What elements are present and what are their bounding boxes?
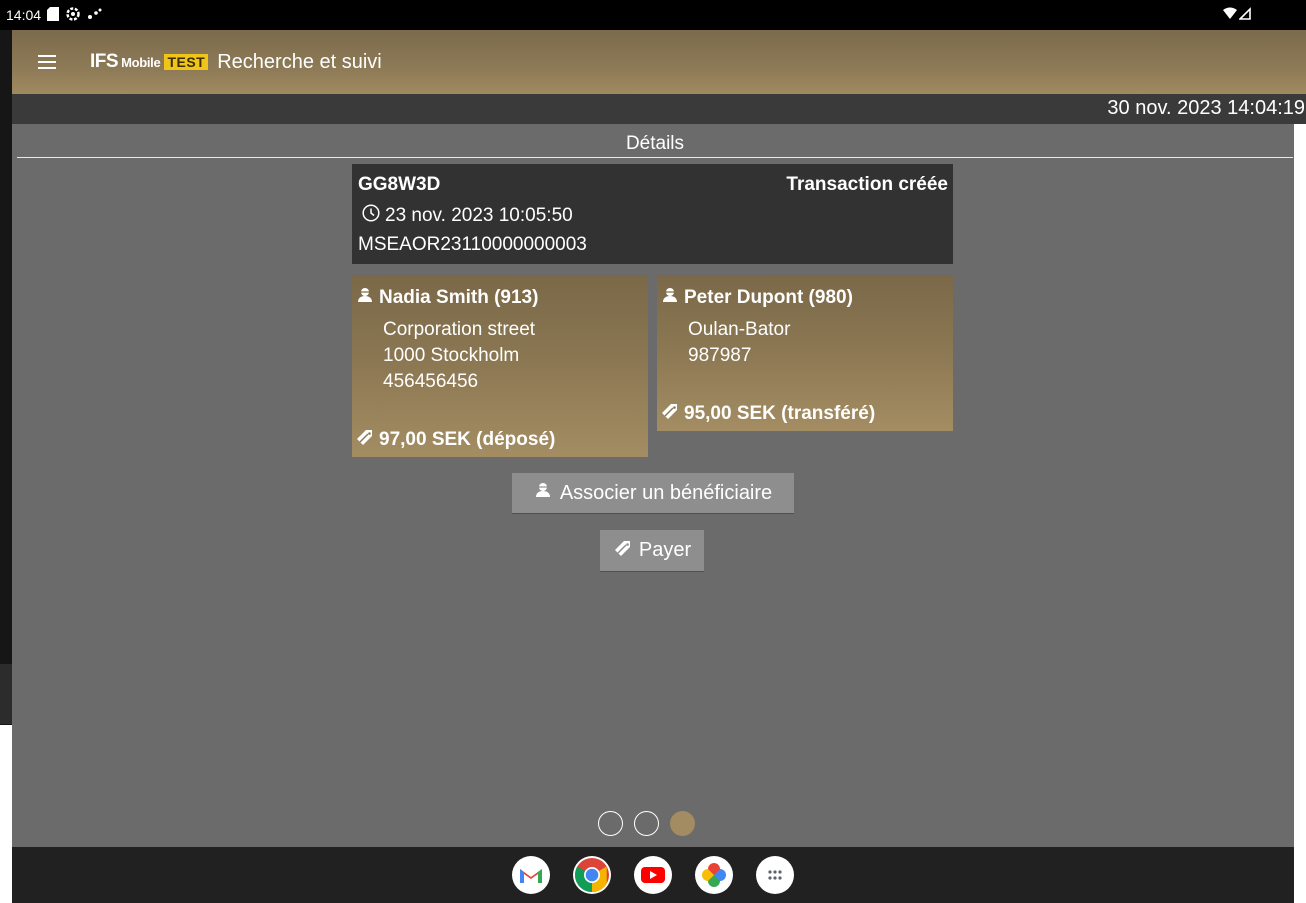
clock-icon xyxy=(362,204,380,228)
app-bar: IFS Mobile TEST Recherche et suivi xyxy=(12,30,1306,94)
current-datetime: 30 nov. 2023 14:04:19 xyxy=(1107,97,1305,119)
transaction-date: 23 nov. 2023 10:05:50 xyxy=(385,205,573,226)
sender-amount-row: 97,00 SEK (déposé) xyxy=(355,428,555,452)
left-edge-strip-highlight xyxy=(0,664,12,724)
sender-address-line: Corporation street xyxy=(383,319,536,340)
sender-header: Nadia Smith (913) xyxy=(356,286,538,310)
page-dot-1[interactable] xyxy=(598,811,623,836)
main-content: Détails GG8W3D Transaction créée 23 nov.… xyxy=(12,124,1294,847)
hamburger-menu-button[interactable] xyxy=(26,41,68,83)
page-title: Recherche et suivi xyxy=(217,50,382,73)
receiver-address: Oulan-Bator 987987 xyxy=(688,317,790,369)
taskbar xyxy=(12,847,1294,903)
chrome-icon[interactable] xyxy=(573,856,611,894)
person-icon xyxy=(356,286,374,310)
connectivity-icon xyxy=(87,7,103,24)
payment-tag-icon xyxy=(355,428,375,452)
gmail-icon[interactable] xyxy=(512,856,550,894)
sender-address-line: 1000 Stockholm xyxy=(383,345,520,366)
cellular-signal-icon xyxy=(1238,7,1251,26)
ifs-mobile-logo: IFS Mobile TEST xyxy=(90,51,209,73)
transaction-card[interactable]: GG8W3D Transaction créée 23 nov. 2023 10… xyxy=(352,164,953,264)
status-time: 14:04 xyxy=(6,7,42,23)
wifi-icon xyxy=(1223,7,1237,26)
payment-tag-icon xyxy=(660,402,680,426)
receiver-name: Peter Dupont (980) xyxy=(684,287,853,308)
date-bar: 30 nov. 2023 14:04:19 xyxy=(12,94,1306,124)
page-dot-2[interactable] xyxy=(634,811,659,836)
menu-icon-line xyxy=(38,55,56,57)
pay-label: Payer xyxy=(638,539,692,561)
menu-icon-line xyxy=(38,67,56,69)
transaction-reference: MSEAOR23110000000003 xyxy=(358,234,587,255)
payment-tag-icon xyxy=(613,539,633,563)
photos-icon[interactable] xyxy=(695,856,733,894)
person-icon xyxy=(534,481,552,505)
page-indicator xyxy=(598,811,695,836)
page-dot-3-active[interactable] xyxy=(670,811,695,836)
status-bar-right xyxy=(1223,7,1251,26)
details-section-header: Détails xyxy=(17,124,1293,158)
settings-gear-icon xyxy=(65,6,81,25)
app-drawer-icon[interactable] xyxy=(756,856,794,894)
receiver-card[interactable]: Peter Dupont (980) Oulan-Bator 987987 95… xyxy=(657,275,953,431)
status-bar-left: 14:04 xyxy=(0,0,155,30)
receiver-header: Peter Dupont (980) xyxy=(661,286,853,310)
person-icon xyxy=(661,286,679,310)
test-environment-badge: TEST xyxy=(164,54,209,70)
sender-amount: 97,00 SEK (déposé) xyxy=(379,429,556,450)
status-bar: 14:04 xyxy=(0,0,1306,30)
screen: 14:04 IFS Mobile TEST Recherche et suivi… xyxy=(0,0,1306,903)
receiver-amount: 95,00 SEK (transféré) xyxy=(684,403,876,424)
left-edge-strip xyxy=(0,0,12,725)
sender-card[interactable]: Nadia Smith (913) Corporation street 100… xyxy=(352,275,648,457)
receiver-phone: 987987 xyxy=(688,345,752,366)
sender-phone: 456456456 xyxy=(383,371,479,392)
sender-address: Corporation street 1000 Stockholm 456456… xyxy=(383,317,535,395)
associate-beneficiary-button[interactable]: Associer un bénéficiaire xyxy=(512,473,794,513)
logo-mobile-text: Mobile xyxy=(121,55,161,70)
transaction-status: Transaction créée xyxy=(786,174,948,195)
transaction-date-row: 23 nov. 2023 10:05:50 xyxy=(362,204,573,228)
transaction-code: GG8W3D xyxy=(358,174,441,195)
sender-name: Nadia Smith (913) xyxy=(379,287,539,308)
receiver-amount-row: 95,00 SEK (transféré) xyxy=(660,402,875,426)
receiver-address-line: Oulan-Bator xyxy=(688,319,791,340)
pay-button[interactable]: Payer xyxy=(600,530,704,571)
associate-beneficiary-label: Associer un bénéficiaire xyxy=(559,481,773,504)
menu-icon-line xyxy=(38,61,56,63)
sd-card-icon xyxy=(47,6,60,24)
youtube-icon[interactable] xyxy=(634,856,672,894)
logo-ifs-text: IFS xyxy=(90,51,119,72)
